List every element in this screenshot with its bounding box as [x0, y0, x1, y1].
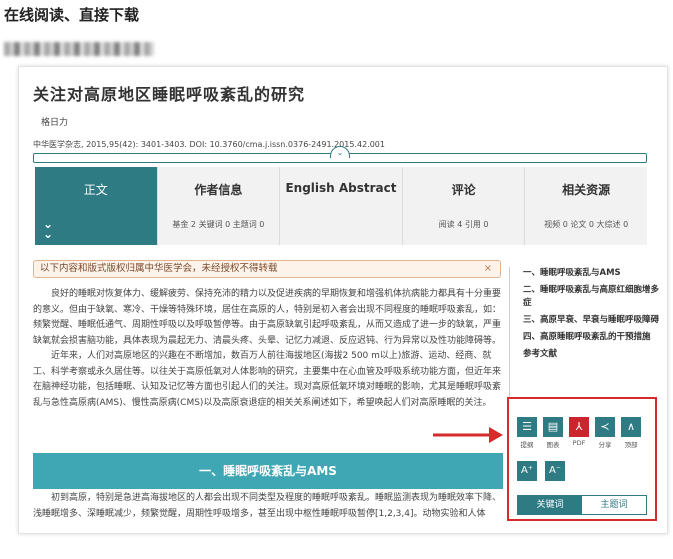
double-chevron-down-icon[interactable]: ⌄ ⌄ — [43, 218, 53, 240]
share-button[interactable]: ≺ 分享 — [595, 417, 615, 449]
tool-label: 图表 — [546, 441, 560, 449]
reading-tools-panel: ☰ 提纲 ▤ 图表 ⅄ PDF ≺ 分享 ∧ 顶部 A⁺ A⁻ 关键词 主题词 — [507, 397, 657, 521]
tab-label: English Abstract — [285, 181, 397, 195]
tab-label: 正文 — [83, 183, 108, 197]
tab-author-info[interactable]: 作者信息 基金 2 关键词 0 主题词 0 — [157, 167, 281, 245]
toc-item[interactable]: 二、睡眠呼吸紊乱与高原红细胞增多症 — [509, 284, 659, 310]
tool-label: 分享 — [598, 441, 612, 449]
blurred-text — [4, 42, 154, 56]
tab-comments[interactable]: 评论 阅读 4 引用 0 — [402, 167, 526, 245]
font-size-controls: A⁺ A⁻ — [517, 461, 565, 481]
notice-text: 以下内容和版式版权归属中华医学会，未经授权不得转载 — [40, 263, 278, 274]
tab-counts: 视频 0 论文 0 大综述 0 — [544, 220, 629, 229]
back-to-top-button[interactable]: ∧ 顶部 — [621, 417, 641, 449]
tool-label: 顶部 — [624, 441, 638, 449]
paragraph: 近年来，人们对高原地区的兴趣在不断增加，数百万人前往海拔地区(海拔2 500 m… — [33, 351, 502, 408]
article-tabs: 正文 ⌄ ⌄ 作者信息 基金 2 关键词 0 主题词 0 English Abst… — [35, 167, 647, 245]
tab-english-abstract[interactable]: English Abstract — [280, 167, 403, 245]
tab-label: 作者信息 — [194, 183, 243, 197]
tab-label: 相关资源 — [562, 183, 611, 197]
article-screenshot: 关注对高原地区睡眠呼吸紊乱的研究 格日力 中华医学杂志, 2015,95(42)… — [18, 66, 668, 534]
tool-label: PDF — [572, 439, 586, 447]
outline-button[interactable]: ☰ 提纲 — [517, 417, 537, 449]
tab-main-text[interactable]: 正文 ⌄ ⌄ — [35, 167, 158, 245]
reading-progress-bar: ⌄ — [33, 146, 647, 163]
section-heading: 一、睡眠呼吸紊乱与AMS — [33, 453, 503, 489]
tab-counts: 阅读 4 引用 0 — [438, 220, 489, 229]
pdf-button[interactable]: ⅄ PDF — [569, 417, 589, 449]
paragraph: 良好的睡眠对恢复体力、缓解疲劳、保持充沛的精力以及促进疾病的早期恢复和增强机体抗… — [33, 289, 502, 346]
tab-related-resources[interactable]: 相关资源 视频 0 论文 0 大综述 0 — [525, 167, 647, 245]
article-body-continued: 初到高原，特别是急进高海拔地区的人都会出现不同类型及程度的睡眠呼吸紊乱。睡眠监测… — [33, 491, 503, 522]
figures-button[interactable]: ▤ 图表 — [543, 417, 563, 449]
toc-item[interactable]: 四、高原睡眠呼吸紊乱的干预措施 — [509, 331, 659, 344]
top-icon: ∧ — [621, 417, 641, 437]
pdf-icon: ⅄ — [569, 417, 589, 437]
tab-counts: 基金 2 关键词 0 主题词 0 — [172, 220, 265, 229]
article-title: 关注对高原地区睡眠呼吸紊乱的研究 — [33, 85, 306, 104]
toc-item[interactable]: 一、睡眠呼吸紊乱与AMS — [509, 267, 659, 280]
font-increase-button[interactable]: A⁺ — [517, 461, 537, 481]
toc-item[interactable]: 三、高原早衰、早衰与睡眠呼吸障碍 — [509, 314, 659, 327]
share-icon: ≺ — [595, 417, 615, 437]
tool-row: ☰ 提纲 ▤ 图表 ⅄ PDF ≺ 分享 ∧ 顶部 — [517, 417, 641, 449]
font-decrease-button[interactable]: A⁻ — [545, 461, 565, 481]
table-of-contents: 一、睡眠呼吸紊乱与AMS 二、睡眠呼吸紊乱与高原红细胞增多症 三、高原早衰、早衰… — [509, 267, 659, 397]
list-icon: ☰ — [517, 417, 537, 437]
close-icon[interactable]: × — [484, 261, 492, 277]
page-heading: 在线阅读、直接下载 — [4, 6, 140, 24]
tab-subject-terms[interactable]: 主题词 — [582, 496, 646, 514]
tab-keywords[interactable]: 关键词 — [518, 496, 582, 514]
article-author[interactable]: 格日力 — [41, 115, 68, 128]
toc-item[interactable]: 参考文献 — [509, 348, 659, 361]
copyright-notice: 以下内容和版式版权归属中华医学会，未经授权不得转载 × — [33, 260, 501, 278]
red-arrow-icon — [433, 427, 503, 443]
tab-label: 评论 — [451, 183, 476, 197]
article-body: 良好的睡眠对恢复体力、缓解疲劳、保持充沛的精力以及促进疾病的早期恢复和增强机体抗… — [33, 287, 503, 411]
keyword-tabs: 关键词 主题词 — [517, 495, 647, 515]
image-icon: ▤ — [543, 417, 563, 437]
paragraph: 初到高原，特别是急进高海拔地区的人都会出现不同类型及程度的睡眠呼吸紊乱。睡眠监测… — [33, 493, 502, 519]
tool-label: 提纲 — [520, 441, 534, 449]
